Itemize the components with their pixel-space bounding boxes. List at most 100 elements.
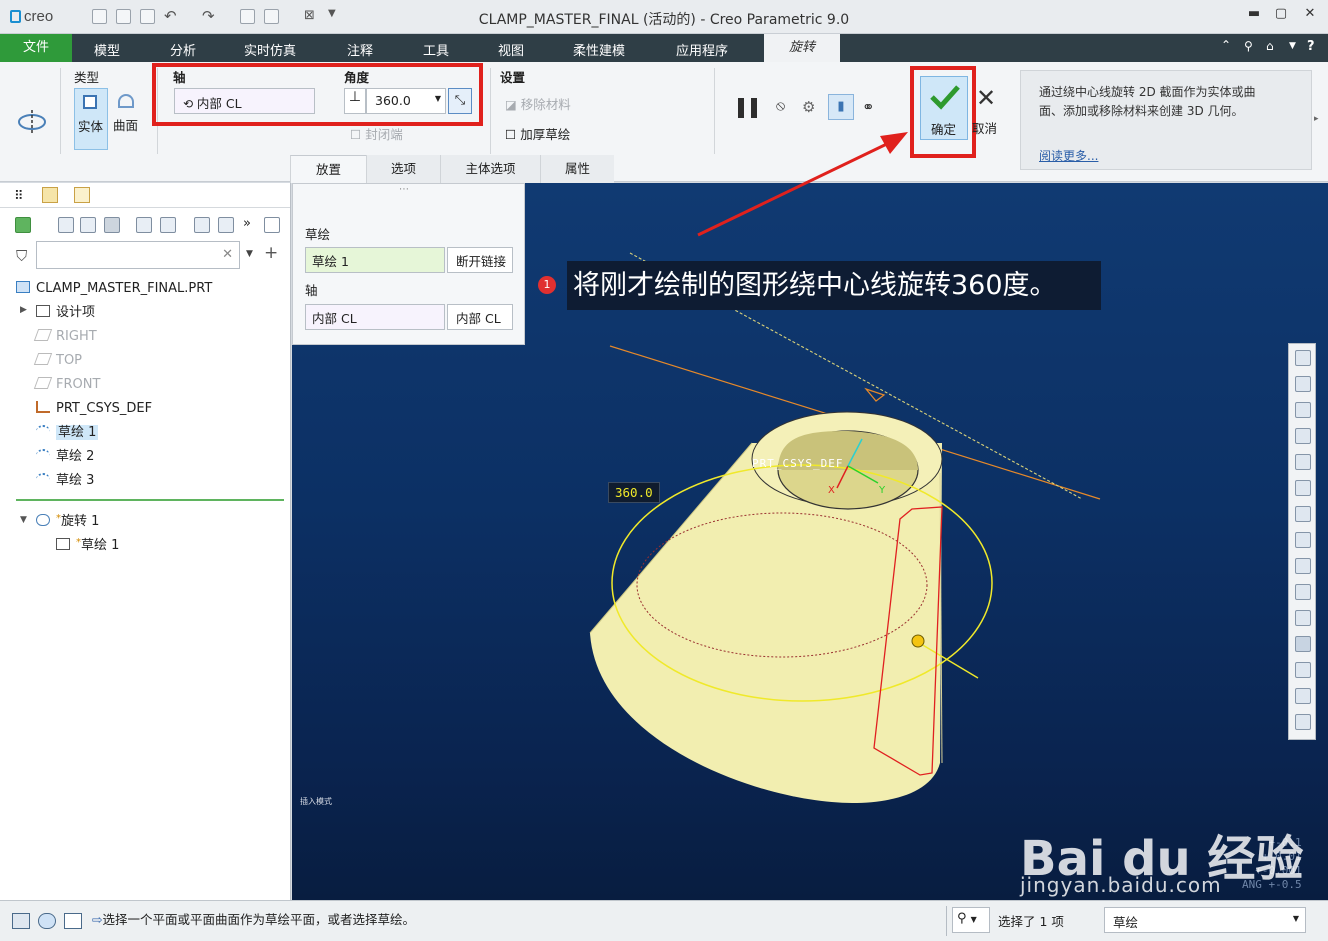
minimize-icon[interactable]: ▬	[1241, 6, 1267, 26]
tree-item-design-items[interactable]: 设计项	[36, 303, 95, 323]
add-filter-icon[interactable]: +	[264, 243, 278, 263]
read-more-link[interactable]: 阅读更多...	[1039, 147, 1098, 164]
document-icon[interactable]	[264, 217, 280, 233]
tree-item-front-plane[interactable]: FRONT	[33, 375, 100, 395]
tree-root[interactable]: CLAMP_MASTER_FINAL.PRT	[16, 279, 212, 299]
fullscreen-icon[interactable]	[64, 913, 82, 929]
display-style-icon[interactable]	[1295, 454, 1311, 470]
view-manager-icon[interactable]	[1295, 506, 1311, 522]
tab-placement[interactable]: 放置	[290, 155, 366, 183]
tree-list-icon[interactable]	[194, 217, 210, 233]
filter-icon[interactable]: ⛉	[16, 247, 27, 265]
tree-item-sketch-2[interactable]: 草绘 2	[36, 447, 94, 467]
tab-live-simulation[interactable]: 实时仿真	[244, 40, 296, 59]
tree-item-sketch-1[interactable]: 草绘 1	[36, 423, 99, 443]
model-tree-tab-icon[interactable]: ⠿	[14, 189, 24, 204]
find-icon[interactable]: ⚲ ▼	[952, 907, 990, 933]
tree-item-sketch-3[interactable]: 草绘 3	[36, 471, 94, 491]
pause-animation-icon[interactable]	[1295, 688, 1311, 704]
tab-analysis[interactable]: 分析	[170, 40, 196, 59]
hat-icon[interactable]: ⌂	[1266, 39, 1274, 53]
angle-dimension[interactable]: 360.0	[608, 482, 660, 503]
axis-collector[interactable]: 内部 CL	[305, 304, 445, 330]
tab-flexible-modeling[interactable]: 柔性建模	[573, 40, 625, 59]
tree-item-revolve-1[interactable]: *旋转 1	[36, 509, 99, 529]
expand-icon[interactable]: ▶	[20, 305, 27, 315]
thicken-sketch-toggle[interactable]: ☐ 加厚草绘	[505, 124, 570, 143]
type-solid-button[interactable]: 实体	[74, 88, 108, 150]
axis-reference-field[interactable]: ⟲ 内部 CL	[174, 88, 315, 114]
scroll-right-icon[interactable]: ▸	[1314, 114, 1319, 124]
layers-icon[interactable]	[218, 217, 234, 233]
dropdown-icon[interactable]: ▼	[1289, 41, 1296, 51]
unlink-button[interactable]: 断开链接	[447, 247, 513, 273]
tab-revolve[interactable]: 旋转	[764, 34, 840, 62]
search-icon[interactable]: ⚲	[1244, 39, 1253, 53]
tree-item-revolve-sketch[interactable]: *草绘 1	[56, 533, 119, 553]
browser-toggle-icon[interactable]	[38, 913, 56, 929]
cap-ends-checkbox[interactable]: ☐ 封闭端	[350, 124, 403, 143]
tree-view-icon[interactable]	[160, 217, 176, 233]
navigator-toggle-icon[interactable]	[12, 913, 30, 929]
flip-direction-icon[interactable]: ⤡	[448, 88, 472, 114]
section-icon[interactable]	[1295, 558, 1311, 574]
tree-item-top-plane[interactable]: TOP	[33, 351, 82, 371]
remove-material-toggle[interactable]: ◪ 移除材料	[505, 94, 571, 113]
tab-file[interactable]: 文件	[0, 34, 72, 62]
tab-body-options[interactable]: 主体选项	[440, 155, 540, 183]
filter-dropdown-icon[interactable]: ▼	[1293, 914, 1299, 923]
type-surface-button[interactable]: 曲面	[110, 88, 144, 150]
shading-icon[interactable]	[1295, 714, 1311, 730]
tab-applications[interactable]: 应用程序	[676, 40, 728, 59]
datum-display-icon[interactable]	[1295, 584, 1311, 600]
saved-orientations-icon[interactable]	[1295, 480, 1311, 496]
tree-search-input[interactable]: ✕	[36, 241, 240, 269]
spin-center-icon[interactable]	[1295, 636, 1311, 652]
tree-filter-icon[interactable]	[80, 217, 96, 233]
zoom-out-icon[interactable]	[1295, 402, 1311, 418]
verify-mode-icon[interactable]: ⚭	[862, 98, 875, 116]
tab-model[interactable]: 模型	[94, 40, 120, 59]
tab-tools[interactable]: 工具	[423, 40, 449, 59]
ok-button[interactable]: 确定	[920, 76, 968, 140]
attached-preview-icon[interactable]: ▮	[828, 94, 854, 120]
layer-tree-icon[interactable]	[42, 187, 58, 203]
panel-grip[interactable]: ⋯	[399, 184, 409, 195]
tab-annotate[interactable]: 注释	[347, 40, 373, 59]
show-icon[interactable]	[136, 217, 152, 233]
search-dropdown-icon[interactable]: ▼	[246, 249, 253, 259]
help-icon[interactable]: ?	[1307, 39, 1315, 54]
perspective-icon[interactable]	[1295, 532, 1311, 548]
angle-dropdown-icon[interactable]: ▼	[435, 94, 441, 103]
more-icon[interactable]: »	[243, 216, 251, 231]
tree-columns-icon[interactable]	[58, 217, 74, 233]
selection-filter[interactable]: 草绘 ▼	[1104, 907, 1306, 933]
cancel-button[interactable]: ✕ 取消	[972, 84, 1002, 140]
tab-properties[interactable]: 属性	[540, 155, 614, 183]
no-preview-icon[interactable]: ⦸	[776, 98, 785, 114]
insert-here-marker[interactable]	[16, 499, 284, 501]
tree-item-csys[interactable]: PRT_CSYS_DEF	[36, 399, 152, 419]
angle-input[interactable]: 360.0 ▼	[366, 88, 446, 114]
favorites-icon[interactable]	[74, 187, 90, 203]
sketch-collector[interactable]: 草绘 1	[305, 247, 445, 273]
tree-item-right-plane[interactable]: RIGHT	[33, 327, 97, 347]
annotation-display-icon[interactable]	[1295, 610, 1311, 626]
angle-variable-icon[interactable]: ⊥	[344, 88, 366, 114]
tree-settings-icon[interactable]	[104, 217, 120, 233]
collapse-ribbon-icon[interactable]: ⌃	[1221, 38, 1231, 52]
tab-view[interactable]: 视图	[498, 40, 524, 59]
refit-icon[interactable]	[1295, 350, 1311, 366]
pause-icon[interactable]	[738, 98, 744, 118]
clear-search-icon[interactable]: ✕	[222, 247, 233, 262]
zoom-in-icon[interactable]	[1295, 376, 1311, 392]
maximize-icon[interactable]: ▢	[1268, 6, 1294, 26]
part-icon[interactable]	[15, 217, 31, 233]
collapse-icon[interactable]: ▼	[20, 515, 27, 525]
preview-icon[interactable]: ⚙	[802, 98, 815, 116]
tab-options[interactable]: 选项	[366, 155, 440, 183]
internal-cl-button[interactable]: 内部 CL	[447, 304, 513, 330]
csys-display-icon[interactable]	[1295, 662, 1311, 678]
close-icon[interactable]: ✕	[1297, 6, 1323, 26]
repaint-icon[interactable]	[1295, 428, 1311, 444]
